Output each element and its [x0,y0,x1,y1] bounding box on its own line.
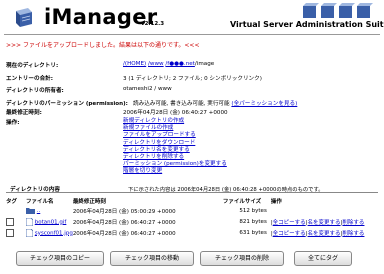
row-size: 631 bytes [239,229,267,236]
table-row: .. 2006年04月28日 (金) 05:00:29 +0000 512 by… [6,205,381,216]
rename-link[interactable]: 名を変更する [308,231,341,237]
path-tail: /image [194,61,215,67]
row-size: 512 bytes [239,207,267,214]
file-table: タグ ファイル名 最終修正時刻 ファイルサイズ 操作 .. 2006年04月28… [6,196,381,238]
col-size: ファイルサイズ [222,198,262,205]
file-icon [25,217,34,226]
permission-label: ディレクトリのパーミッション (permission): [6,101,128,107]
owner-label: ディレクトリの所有者: [6,88,64,94]
delete-link[interactable]: 削除する [342,220,364,226]
copy-link[interactable]: 全コピーする [273,231,306,237]
table-row: sysconf01.jpg 2006年04月28日 (金) 06:40:27 +… [6,227,381,238]
delete-link[interactable]: 削除する [342,231,364,237]
folder-icon [26,208,35,214]
row-ops: |全コピーする|名を変更する|削除する [270,219,365,226]
path-link-home[interactable]: /(HOME) [123,61,146,67]
row-checkbox[interactable] [6,217,14,226]
row-date: 2006年04月28日 (金) 06:40:27 +0000 [72,219,176,226]
file-link[interactable]: sysconf01.jpg [35,230,73,236]
permission-value: 読み込み可能, 書き込み可能, 実行可能 (全パーミッションを見る) [133,99,297,107]
file-link[interactable]: botan01.gif [35,219,67,225]
col-tag: タグ [6,198,18,205]
row-checkbox[interactable] [6,228,14,237]
entries-value: 3 (1 ディレクトリ; 2 ファイル; 0 シンボリックリンク) [123,76,262,82]
permission-text: 読み込み可能, 書き込み可能, 実行可能 [133,101,230,107]
cwd-label: 現在のディレクトリ: [6,63,59,69]
op-rename-directory[interactable]: ディレクトリ名を変更する [123,147,227,154]
col-operations: 操作 [270,198,282,205]
file-cell: botan01.gif [25,216,73,227]
file-cell: sysconf01.jpg [25,227,73,238]
owner-value: otameshi2 / www [123,86,172,92]
tag-all-button[interactable]: 全てにタグ [294,251,352,266]
table-header-row: タグ ファイル名 最終修正時刻 ファイルサイズ 操作 [6,196,381,205]
permission-view-link[interactable]: (全パーミッションを見る) [231,101,297,107]
col-filename: ファイル名 [26,198,54,205]
rename-link[interactable]: 名を変更する [308,220,341,226]
operations-label: 操作: [6,120,20,126]
server-rack-icons [303,3,373,18]
op-upload-file[interactable]: ファイルをアップロードする [123,132,227,139]
row-ops: |全コピーする|名を変更する|削除する [270,230,365,237]
file-icon [25,228,34,237]
path-link-www[interactable]: /www [148,61,164,67]
row-date: 2006年04月28日 (金) 05:00:29 +0000 [72,208,176,215]
move-checked-button[interactable]: チェック項目の移動 [110,251,194,266]
row-size: 821 bytes [239,218,267,225]
path-link-domain[interactable]: /f●●●.net [165,61,194,67]
server-logo-icon [16,8,32,27]
col-modified: 最終修正時刻 [72,198,106,205]
suite-title: Virtual Server Administration Suite [230,20,384,29]
cwd-path: /(HOME) /www /f●●●.net/image [123,61,214,67]
row-date: 2006年04月28日 (金) 06:40:27 +0000 [72,230,176,237]
contents-divider [6,192,378,193]
modified-value: 2006年04月28日 (金) 06:40:27 +0000 [123,110,228,116]
app-version: v2.12.3 [141,21,165,27]
operations-list: 新規ディレクトリの作成 新規ファイルの作成 ファイルをアップロードする ディレク… [123,118,227,176]
op-change-hierarchy[interactable]: 階層を切り変更 [123,168,227,175]
copy-link[interactable]: 全コピーする [273,220,306,226]
delete-checked-button[interactable]: チェック項目の削除 [200,251,284,266]
op-download-directory[interactable]: ディレクトリをダウンロード [123,140,227,147]
copy-checked-button[interactable]: チェック項目のコピー [16,251,104,266]
entries-label: エントリーの合計: [6,76,53,82]
table-row: botan01.gif 2006年04月28日 (金) 06:40:27 +00… [6,216,381,227]
header-divider [4,34,380,35]
modified-label: 最終修正時刻: [6,110,42,116]
parent-dir-cell: .. [26,205,73,216]
upload-notice: >>> ファイルをアップロードしました。結果は以下の通りです。<<< [6,42,200,49]
parent-dir-link[interactable]: .. [37,208,41,214]
